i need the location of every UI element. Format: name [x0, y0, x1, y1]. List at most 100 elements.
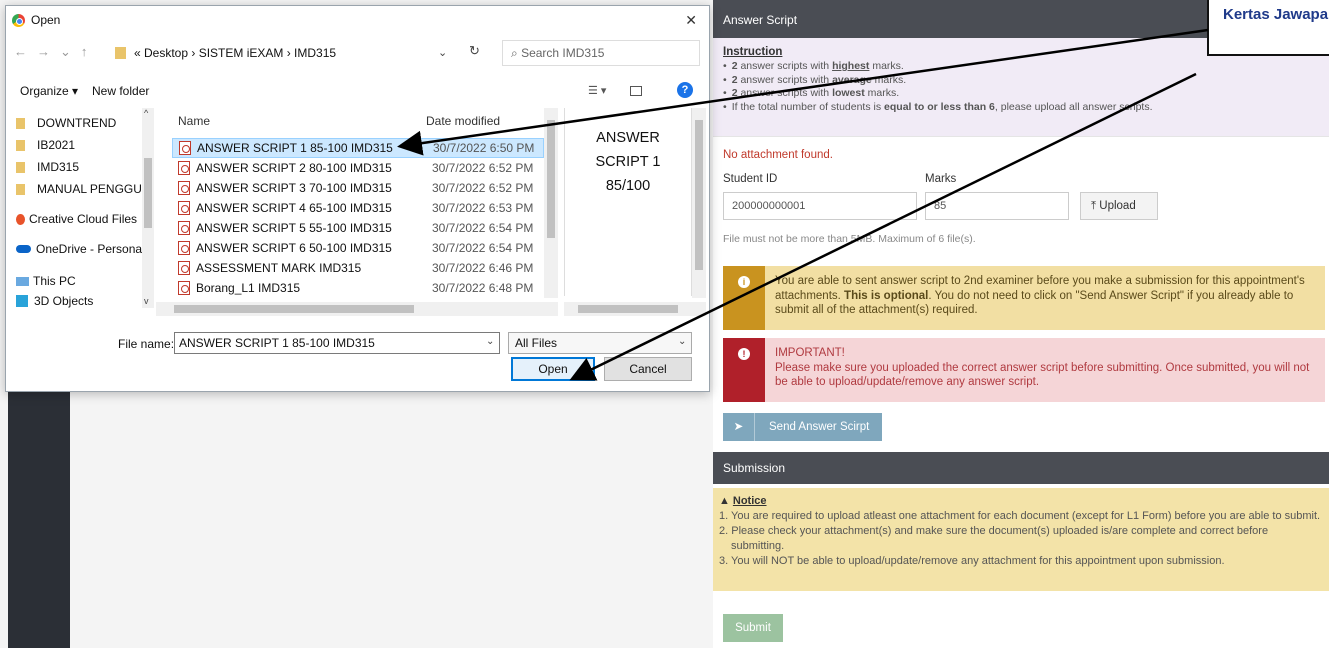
preview-pane: ANSWER SCRIPT 1 85/100 [564, 108, 692, 296]
marks-label: Marks [925, 173, 957, 185]
preview-line: 85/100 [605, 178, 651, 194]
notice-item: 3. You will NOT be able to upload/update… [719, 555, 1225, 567]
help-icon[interactable]: ? [677, 82, 693, 98]
file-row[interactable]: ANSWER SCRIPT 6 50-100 IMD315 30/7/2022 6… [172, 238, 544, 258]
preview-pane-icon[interactable] [630, 86, 642, 96]
instruction-list: 2 answer scripts with highest marks. 2 a… [723, 60, 1319, 114]
chevron-down-icon[interactable]: ⌄ [438, 46, 447, 59]
creative-cloud-icon [16, 213, 25, 225]
pdf-icon [178, 181, 190, 195]
instruction-item: 2 answer scripts with lowest marks. [723, 87, 1319, 101]
file-list-scrollbar[interactable] [544, 108, 558, 298]
submit-button[interactable]: Submit [723, 614, 783, 642]
file-row[interactable]: ANSWER SCRIPT 2 80-100 IMD315 30/7/2022 6… [172, 158, 544, 178]
new-folder-button[interactable]: New folder [92, 84, 149, 98]
close-icon[interactable]: ✕ [685, 12, 697, 29]
file-list-hscrollbar[interactable] [156, 302, 558, 316]
student-id-label: Student ID [723, 173, 778, 185]
breadcrumb: « Desktop › SISTEM iEXAM › IMD315 [134, 46, 337, 60]
notice-item: 1. You are required to upload atleast on… [719, 510, 1321, 522]
notice-list: 1. You are required to upload atleast on… [719, 509, 1323, 569]
alert-icon: ! [723, 338, 765, 402]
file-row[interactable]: Borang_L1 IMD315 30/7/2022 6:48 PM [172, 278, 544, 298]
pdf-icon [178, 261, 190, 275]
navigation-tree: DOWNTREND IB2021 IMD315 MANUAL PENGGUNA … [6, 108, 154, 308]
organize-button[interactable]: Organize ▾ [20, 84, 78, 98]
important-title: IMPORTANT! [775, 347, 845, 359]
tree-item[interactable]: OneDrive - Personal [16, 242, 148, 256]
3d-objects-icon [16, 295, 28, 307]
address-row: ←→⌄↑ « Desktop › SISTEM iEXAM › IMD315 ⌄… [6, 40, 711, 66]
file-row[interactable]: ANSWER SCRIPT 3 70-100 IMD315 30/7/2022 6… [172, 178, 544, 198]
background-sidebar [8, 392, 70, 648]
file-limit-hint: File must not be more than 5MB. Maximum … [723, 233, 976, 245]
cancel-button[interactable]: Cancel [604, 357, 692, 381]
file-name-input[interactable]: ANSWER SCRIPT 1 85-100 IMD315 [174, 332, 500, 354]
dialog-title: Open [31, 13, 61, 27]
preview-line: SCRIPT 1 [595, 154, 661, 170]
info-icon: i [723, 266, 765, 330]
paper-plane-icon: ➤ [723, 413, 755, 441]
name-column-header[interactable]: Name [178, 114, 210, 128]
pdf-icon [178, 241, 190, 255]
open-file-dialog: Open ✕ ←→⌄↑ « Desktop › SISTEM iEXAM › I… [5, 5, 710, 392]
optional-alert: i You are able to sent answer script to … [723, 266, 1325, 330]
file-name-row: File name: ANSWER SCRIPT 1 85-100 IMD315… [6, 332, 711, 356]
screen: Answer Script Instruction 2 answer scrip… [0, 0, 1329, 648]
tree-item[interactable]: MANUAL PENGGUNA [16, 182, 148, 196]
date-column-header[interactable]: Date modified [426, 114, 500, 128]
tree-item[interactable]: This PC [16, 274, 148, 288]
folder-icon [16, 117, 25, 129]
important-text: Please make sure you uploaded the correc… [775, 361, 1310, 389]
marks-field[interactable]: 85 [925, 192, 1069, 220]
chevron-down-icon[interactable]: ⌄ [486, 336, 494, 347]
file-row[interactable]: ANSWER SCRIPT 4 65-100 IMD315 30/7/2022 6… [172, 198, 544, 218]
pdf-icon [178, 281, 190, 295]
file-row[interactable]: ANSWER SCRIPT 5 55-100 IMD315 30/7/2022 6… [172, 218, 544, 238]
chrome-icon [12, 13, 25, 27]
file-row[interactable]: ASSESSMENT MARK IMD315 30/7/2022 6:46 PM [172, 258, 544, 278]
view-options-icon[interactable]: ☰ ▾ [588, 84, 606, 97]
preview-scrollbar[interactable] [692, 108, 706, 298]
this-pc-icon [16, 276, 29, 286]
tree-item[interactable]: IMD315 [16, 160, 148, 174]
warning-icon: ▲ [719, 495, 730, 507]
upload-button[interactable]: ⤒ Upload [1080, 192, 1158, 220]
file-type-select[interactable]: All Files [508, 332, 692, 354]
onedrive-icon [16, 245, 31, 253]
folder-icon [16, 161, 25, 173]
instruction-item: 2 answer scripts with highest marks. [723, 60, 1319, 74]
chevron-down-icon[interactable]: ⌄ [678, 336, 686, 347]
annotation-callout: Kertas Jawapan [1207, 0, 1329, 56]
file-list: Name Date modified ANSWER SCRIPT 1 85-10… [164, 108, 558, 304]
pdf-icon [179, 141, 191, 155]
file-row[interactable]: ANSWER SCRIPT 1 85-100 IMD315 30/7/2022 6… [172, 138, 544, 158]
send-answer-script-button[interactable]: ➤ Send Answer Scirpt [723, 413, 882, 441]
tree-scrollbar[interactable]: ^ v [142, 108, 154, 308]
tree-item[interactable]: 3D Objects [16, 294, 148, 308]
tree-item[interactable]: Creative Cloud Files [16, 212, 148, 226]
important-alert: ! IMPORTANT! Please make sure you uploade… [723, 338, 1325, 402]
file-name-label: File name: [118, 337, 175, 351]
tree-item[interactable]: DOWNTREND [16, 116, 148, 130]
preview-hscrollbar[interactable] [564, 302, 706, 316]
submission-header: Submission [713, 452, 1329, 484]
folder-icon [16, 139, 25, 151]
notice-box: ▲ Notice 1. You are required to upload at… [713, 488, 1329, 591]
chevron-down-icon: v [144, 296, 149, 306]
preview-line: ANSWER [596, 130, 660, 146]
instruction-item: If the total number of students is equal… [723, 101, 1319, 115]
pdf-icon [178, 221, 190, 235]
search-input[interactable]: ⌕ Search IMD315 [502, 40, 700, 66]
open-button[interactable]: Open [511, 357, 595, 381]
notice-item: 2. Please check your attachment(s) and m… [719, 525, 1269, 552]
folder-icon [16, 183, 25, 195]
notice-title: ▲ Notice [719, 495, 767, 507]
student-id-field[interactable]: 200000000001 [723, 192, 917, 220]
instruction-item: 2 answer scripts with average marks. [723, 74, 1319, 88]
navigation-arrows-icon[interactable]: ←→⌄↑ [14, 44, 97, 60]
refresh-icon[interactable]: ↻ [469, 43, 480, 59]
pdf-icon [178, 201, 190, 215]
dialog-titlebar: Open [6, 6, 709, 34]
tree-item[interactable]: IB2021 [16, 138, 148, 152]
